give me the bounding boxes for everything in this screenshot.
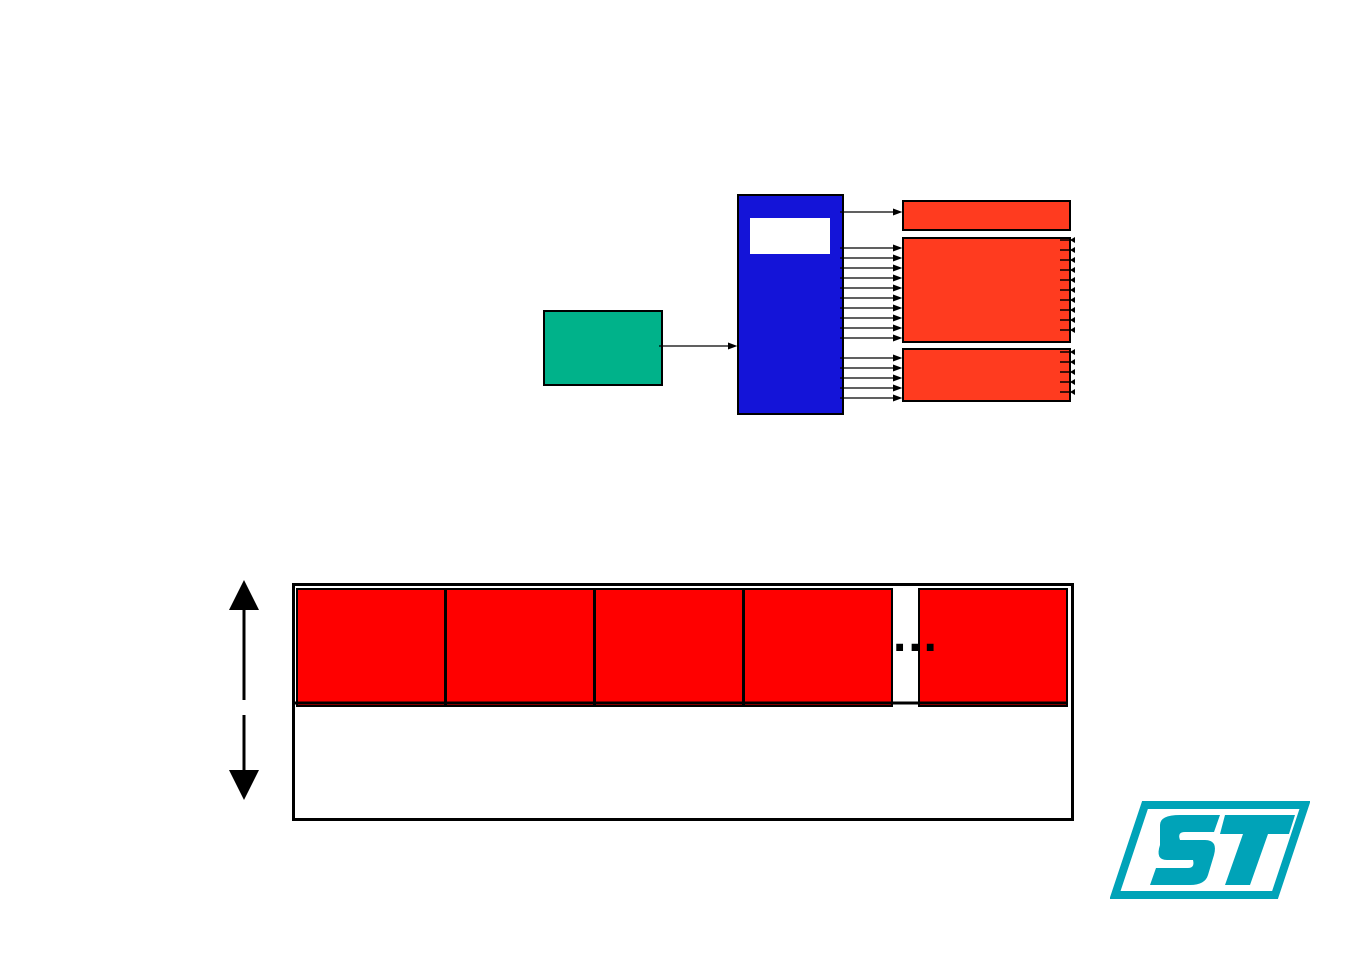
mem-block-2 <box>445 588 595 707</box>
mem-block-1 <box>296 588 446 707</box>
blue-block-inner-window <box>750 218 830 254</box>
red-block-3 <box>902 348 1071 402</box>
st-logo <box>1110 790 1310 910</box>
green-block <box>543 310 663 386</box>
mem-block-5 <box>918 588 1068 707</box>
red-block-1 <box>902 200 1071 231</box>
mem-block-3 <box>594 588 744 707</box>
red-block-2 <box>902 237 1071 343</box>
mem-block-4 <box>743 588 893 707</box>
ellipsis-label: … <box>891 608 939 663</box>
top-arrow-layer <box>0 0 1351 500</box>
